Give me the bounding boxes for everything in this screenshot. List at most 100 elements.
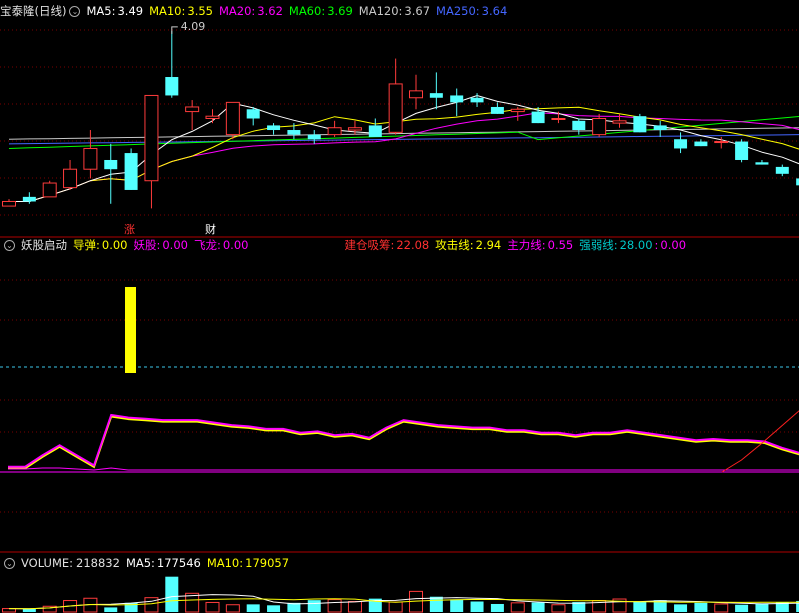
candle-body	[714, 141, 729, 144]
candle-body	[205, 115, 220, 119]
candle-body	[470, 97, 484, 103]
indicator-legend-value: 0.00	[222, 238, 249, 252]
volume-bar	[267, 605, 281, 612]
candle-body	[246, 109, 260, 119]
ma-legend-0: MA5: 3.49	[86, 4, 143, 18]
indicator-legend-label: 导弹:	[73, 238, 100, 252]
strength-line	[8, 467, 799, 471]
volume-value: 218832	[76, 556, 120, 570]
volume-bar	[490, 603, 504, 612]
indicator-legend-1: 妖股: 0.00	[133, 238, 187, 252]
indicator-legend-3: 建仓吸筹: 22.08	[344, 238, 429, 252]
candle-body	[592, 118, 607, 136]
ma-legend-value: 3.64	[481, 4, 508, 18]
candle-body	[104, 159, 118, 170]
volume-bar	[205, 601, 220, 613]
volume-ma-legend-1: MA10: 179057	[207, 556, 289, 570]
volume-ma-legend-value: 177546	[156, 556, 201, 570]
volume-ma-legend-0: MA5: 177546	[126, 556, 201, 570]
candle-body	[185, 106, 200, 113]
indicator-legend-6: 强弱线: 28.00	[579, 238, 652, 252]
ma-legend-label: MA60:	[288, 4, 326, 18]
ma-legend-value: 3.67	[404, 4, 431, 18]
indicator-legend-value: 0.00	[101, 238, 128, 252]
candle-body	[347, 127, 362, 131]
ma-legend-label: MA5:	[86, 4, 116, 18]
volume-bar	[694, 602, 708, 612]
indicator-legend-2: 飞龙: 0.00	[194, 238, 248, 252]
volume-bar	[327, 599, 342, 613]
main-header: 宝泰隆(日线) ⌄ MA5: 3.49 MA10: 3.55 MA20: 3.62 MA60: 3…	[0, 3, 519, 19]
indicator-legend-value: 22.08	[396, 238, 430, 252]
indicator-legend-label: 妖股:	[133, 238, 161, 252]
ma-legend-3: MA60: 3.69	[289, 4, 353, 18]
indicator-legend-label: 攻击线:	[435, 238, 474, 252]
volume-ma-legend-label: MA10:	[206, 556, 244, 570]
chart-markers: 4.09 涨 财	[124, 20, 216, 236]
candle-body	[165, 77, 179, 96]
candle-body	[225, 101, 240, 136]
candle-body	[2, 200, 16, 207]
ma-legend-value: 3.49	[117, 4, 144, 18]
indicator-name[interactable]: 妖股启动	[21, 238, 67, 252]
volume-bar	[225, 604, 240, 613]
indicator-legend-value: 28.00	[619, 238, 653, 252]
volume-bar	[450, 599, 464, 612]
candle-body	[653, 125, 667, 131]
volume-bar	[735, 604, 749, 612]
indicator-legend-label: 强弱线:	[579, 238, 618, 252]
volume-bar	[674, 604, 688, 612]
indicator-legend-label: :	[654, 238, 659, 252]
main-title[interactable]: 宝泰隆(日线)	[0, 4, 66, 18]
indicator-legend-value: 0.55	[547, 238, 574, 252]
ma-legend-label: MA250:	[436, 4, 480, 18]
ma-legend-value: 3.62	[257, 4, 283, 18]
ma-legend-label: MA120:	[358, 4, 403, 18]
candle-body	[124, 153, 138, 190]
candle-body	[327, 127, 342, 136]
candle-body	[144, 94, 159, 182]
indicator-selector-icon[interactable]: ⌄	[4, 558, 15, 569]
indicator-legend-value: 2.94	[475, 238, 502, 252]
candle-body	[694, 141, 708, 147]
candle-body	[755, 162, 769, 165]
volume-bar	[104, 607, 118, 612]
indicator-legend-7: :0.00	[655, 238, 686, 252]
volume-bar	[531, 602, 545, 612]
volume-ma-legend-label: MA5:	[125, 556, 155, 570]
missile-signal-bar	[125, 287, 136, 373]
candle-body	[22, 196, 36, 202]
candle-body	[612, 120, 627, 124]
volume-name[interactable]: VOLUME:	[21, 556, 73, 570]
volume-bar	[246, 604, 260, 612]
volume-bar	[165, 576, 179, 612]
candle-body	[510, 108, 525, 113]
ma-legend-label: MA10:	[149, 4, 186, 18]
volume-header: ⌄ VOLUME: 218832 MA5: 177546 MA10: 179057	[0, 555, 301, 571]
indicator-legend-0: 导弹: 0.00	[73, 238, 127, 252]
candle-body	[674, 139, 688, 149]
candle-body	[551, 118, 566, 120]
volume-bar	[429, 596, 443, 612]
candle-body	[572, 120, 586, 131]
candle-body	[775, 166, 789, 174]
indicator-selector-icon[interactable]: ⌄	[69, 6, 81, 17]
volume-bar	[755, 603, 769, 612]
volume-bar	[470, 601, 484, 612]
main-force-line	[8, 413, 799, 468]
volume-bar	[307, 600, 321, 612]
volume-bar	[510, 602, 525, 613]
volume-pane	[2, 576, 799, 613]
candle-body	[307, 134, 321, 140]
indicator-legend-4: 攻击线: 2.94	[435, 238, 501, 252]
event-marker-up: 涨	[124, 223, 135, 236]
candle-body	[429, 93, 443, 98]
indicator-legend-value: 0.00	[660, 238, 687, 252]
indicator-selector-icon[interactable]: ⌄	[4, 240, 15, 251]
ma-legend-value: 3.69	[327, 4, 353, 18]
volume-bar	[714, 603, 729, 613]
candle-body	[83, 147, 98, 170]
candle-body	[42, 182, 57, 198]
candle-body	[388, 83, 403, 133]
volume-bar	[633, 601, 647, 612]
